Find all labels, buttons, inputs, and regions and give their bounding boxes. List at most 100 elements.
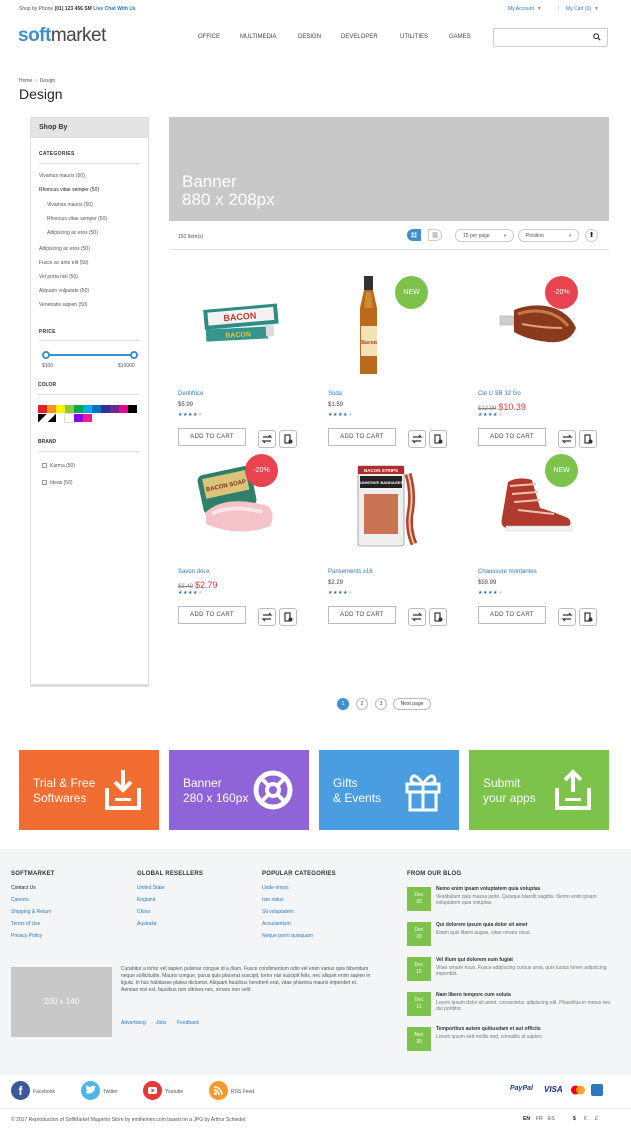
currency-gbp[interactable]: £ xyxy=(595,1116,598,1122)
nav-office[interactable]: OFFICE xyxy=(198,34,220,40)
sort-select[interactable]: Position ▼ xyxy=(518,229,579,242)
per-page-select[interactable]: 15 per page ▼ xyxy=(455,229,514,242)
footer-link[interactable]: Sit voluptatem xyxy=(262,909,294,915)
product-image-usb[interactable] xyxy=(478,258,598,378)
blog-post-title[interactable]: Nemo enim ipsam voluptatem quia voluptas xyxy=(436,886,540,892)
footer-link[interactable]: Careers xyxy=(11,897,29,903)
category-item[interactable]: Venenatis sapien (50) xyxy=(39,302,87,308)
breadcrumb-home[interactable]: Home xyxy=(19,78,32,84)
nav-games[interactable]: GAMES xyxy=(449,34,471,40)
subcategory-item[interactable]: Adipiscing ac eros (50) xyxy=(47,230,98,236)
product-name[interactable]: Dentifrice xyxy=(178,391,203,397)
color-swatch[interactable] xyxy=(47,414,56,422)
product-image-sneaker[interactable] xyxy=(478,436,598,556)
color-swatch[interactable] xyxy=(119,405,128,413)
blog-post-title[interactable]: Temporibus autem quibusdam et aut offici… xyxy=(436,1026,541,1032)
color-swatch[interactable] xyxy=(74,405,83,413)
color-swatch[interactable] xyxy=(83,414,92,422)
category-item[interactable]: Fusce ac ante elit (50) xyxy=(39,260,88,266)
wishlist-button[interactable] xyxy=(429,608,447,626)
search-icon[interactable] xyxy=(593,33,601,41)
blog-post-title[interactable]: Qui dolorem ipsum quia dolor sit amet xyxy=(436,922,527,928)
product-image-toothpaste[interactable]: BACON BACON xyxy=(178,258,298,378)
page-1-button[interactable]: 1 xyxy=(337,698,349,710)
grid-view-button[interactable] xyxy=(407,229,421,241)
blog-post-title[interactable]: Vel illum qui dolorem eum fugiat xyxy=(436,957,513,963)
youtube-label[interactable]: Youtube xyxy=(165,1089,183,1095)
rss-icon[interactable] xyxy=(209,1081,228,1100)
footer-link[interactable]: Australia xyxy=(137,921,156,927)
product-image-soda[interactable]: Bacon xyxy=(328,258,448,378)
language-es[interactable]: ES xyxy=(548,1116,555,1122)
product-name[interactable]: Soda xyxy=(328,391,342,397)
add-to-cart-button[interactable]: ADD TO CART xyxy=(328,606,396,624)
language-fr[interactable]: FR xyxy=(536,1116,543,1122)
nav-utilities[interactable]: UTILITIES xyxy=(400,34,428,40)
subcategory-item[interactable]: Vivamus mauris (50) xyxy=(47,202,93,208)
twitter-icon[interactable] xyxy=(81,1081,100,1100)
footer-link[interactable]: England xyxy=(137,897,155,903)
product-name[interactable]: Pansements x16 xyxy=(328,569,373,575)
next-page-button[interactable]: Next page xyxy=(393,698,431,710)
color-swatch[interactable] xyxy=(101,405,110,413)
page-2-button[interactable]: 2 xyxy=(356,698,368,710)
price-slider-track[interactable] xyxy=(45,354,134,356)
wishlist-button[interactable] xyxy=(279,608,297,626)
my-cart-menu[interactable]: My Cart (0) ▼ xyxy=(566,6,599,12)
footer-link-feedback[interactable]: Feedback xyxy=(177,1020,199,1026)
footer-link[interactable]: China xyxy=(137,909,150,915)
color-swatch[interactable] xyxy=(38,414,47,422)
search-input[interactable] xyxy=(494,29,584,46)
category-item[interactable]: Vel porta nisl (50) xyxy=(39,274,78,280)
product-name[interactable]: Chaussure montantes xyxy=(478,569,537,575)
color-swatch[interactable] xyxy=(110,405,119,413)
color-swatch[interactable] xyxy=(92,405,101,413)
color-swatch[interactable] xyxy=(65,405,74,413)
blog-post-title[interactable]: Nam libero tempore cum soluta xyxy=(436,992,511,998)
live-chat-link[interactable]: Live Chat With Us xyxy=(93,6,135,12)
nav-developer[interactable]: DEVELOPER xyxy=(341,34,378,40)
brand-checkbox[interactable] xyxy=(42,480,47,485)
footer-link[interactable]: Unde omnis xyxy=(262,885,289,891)
category-banner[interactable]: Banner 880 x 208px xyxy=(169,117,609,221)
compare-button[interactable] xyxy=(258,608,276,626)
promo-tile-banner[interactable]: Banner 280 x 160px xyxy=(169,750,309,830)
youtube-icon[interactable] xyxy=(143,1081,162,1100)
page-3-button[interactable]: 3 xyxy=(375,698,387,710)
list-view-button[interactable] xyxy=(428,229,442,241)
add-to-cart-button[interactable]: ADD TO CART xyxy=(178,606,246,624)
add-to-cart-button[interactable]: ADD TO CART xyxy=(478,606,546,624)
price-slider-max-handle[interactable] xyxy=(130,351,138,359)
nav-multimedia[interactable]: MULTIMEDIA xyxy=(240,34,277,40)
compare-button[interactable] xyxy=(558,608,576,626)
footer-link-contact[interactable]: Contact Us xyxy=(11,885,36,891)
currency-eur[interactable]: € xyxy=(584,1116,587,1122)
footer-link[interactable]: Terms of Use xyxy=(11,921,40,927)
rss-label[interactable]: RSS Feed xyxy=(231,1089,254,1095)
color-swatch[interactable] xyxy=(64,413,75,423)
promo-tile-trial[interactable]: Trial & Free Softwares xyxy=(19,750,159,830)
color-swatch[interactable] xyxy=(74,414,83,422)
color-swatch[interactable] xyxy=(38,405,47,413)
logo[interactable]: softmarket xyxy=(18,25,106,47)
color-swatch[interactable] xyxy=(83,405,92,413)
sort-direction-button[interactable]: ⬆ xyxy=(585,229,598,242)
language-en[interactable]: EN xyxy=(523,1116,530,1122)
nav-design[interactable]: DESIGN xyxy=(298,34,321,40)
footer-link[interactable]: Accusantium xyxy=(262,921,291,927)
subcategory-item[interactable]: Rhoncus vitae semper (50) xyxy=(47,216,107,222)
footer-link[interactable]: Privacy Policy xyxy=(11,933,42,939)
product-name[interactable]: Savon doux xyxy=(178,569,210,575)
wishlist-button[interactable] xyxy=(579,608,597,626)
color-swatch[interactable] xyxy=(47,405,56,413)
footer-link[interactable]: Neque porro quisquam xyxy=(262,933,313,939)
footer-link[interactable]: Iste natus xyxy=(262,897,284,903)
category-item[interactable]: Aliquam vulputate (50) xyxy=(39,288,89,294)
product-name[interactable]: Clé U SB 32 Go xyxy=(478,391,521,397)
category-item-active[interactable]: Rhoncus vitae semper (50) xyxy=(39,187,99,193)
currency-usd[interactable]: $ xyxy=(573,1116,576,1122)
promo-tile-gifts[interactable]: Gifts & Events xyxy=(319,750,459,830)
promo-tile-submit[interactable]: Submit your apps xyxy=(469,750,609,830)
footer-link[interactable]: Shipping & Return xyxy=(11,909,52,915)
compare-button[interactable] xyxy=(408,608,426,626)
